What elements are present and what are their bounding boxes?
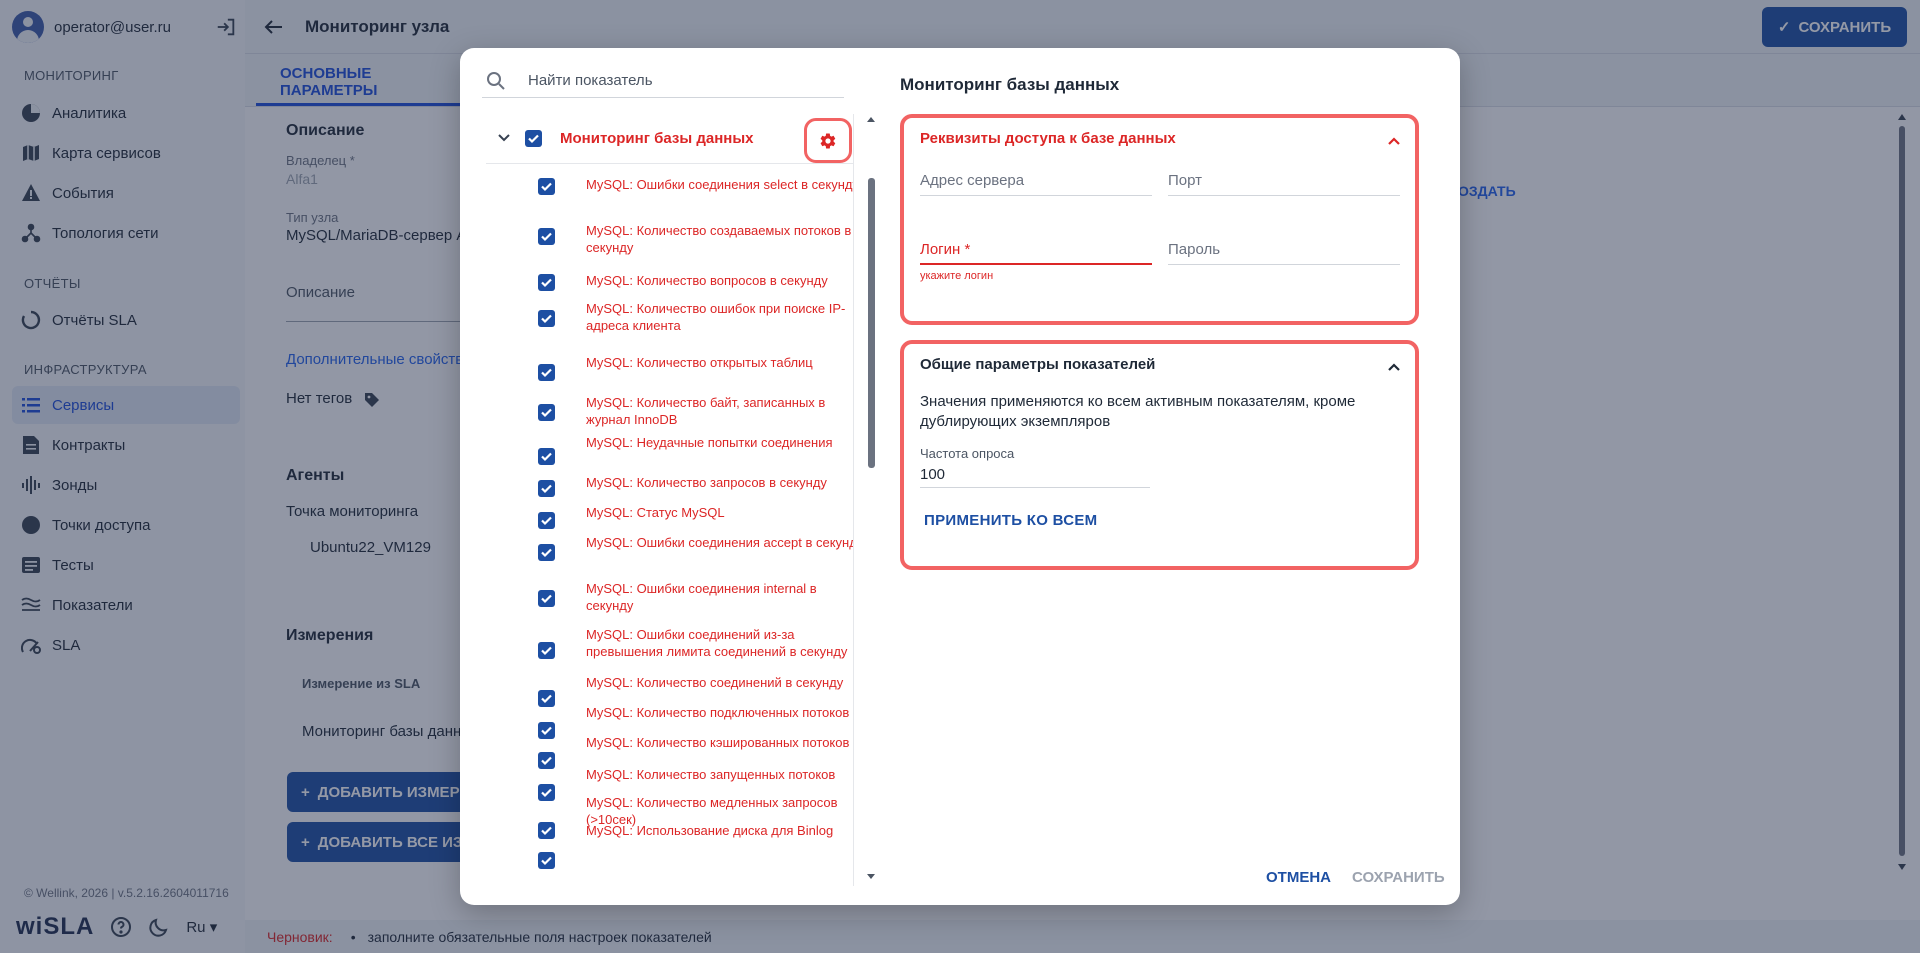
metric-checkbox[interactable]: [538, 480, 555, 497]
metric-checkbox[interactable]: [538, 752, 555, 769]
common-description: Значения применяются ко всем активным по…: [920, 393, 1356, 430]
tree-group-header[interactable]: Мониторинг базы данных: [486, 114, 853, 164]
password-field[interactable]: Пароль: [1168, 233, 1400, 265]
cancel-button[interactable]: ОТМЕНА: [1266, 869, 1331, 886]
metric-label: MySQL: Статус MySQL: [586, 505, 725, 520]
metric-label: MySQL: Использование диска для Binlog: [586, 823, 834, 838]
metric-label: MySQL: Количество создаваемых потоков в …: [586, 223, 852, 255]
search-box: [482, 64, 844, 98]
save-button[interactable]: СОХРАНИТЬ: [1352, 869, 1445, 886]
metric-checkbox[interactable]: [538, 448, 555, 465]
metric-label: MySQL: Количество байт, записанных в жур…: [586, 395, 826, 427]
metric-label: MySQL: Количество запросов в секунду: [586, 475, 827, 490]
metric-checkbox[interactable]: [538, 852, 555, 869]
metric-label: MySQL: Ошибки соединения internal в секу…: [586, 581, 817, 613]
metric-label: MySQL: Ошибки соединений из-за превышени…: [586, 627, 848, 659]
gear-icon: [820, 133, 836, 148]
metric-label: MySQL: Количество подключенных потоков: [586, 705, 850, 720]
metric-checkbox[interactable]: [538, 722, 555, 739]
metric-checkbox[interactable]: [538, 784, 555, 801]
metric-checkbox[interactable]: [538, 178, 555, 195]
metric-label: MySQL: Количество запущенных потоков: [586, 767, 836, 782]
metric-checkbox[interactable]: [538, 590, 555, 607]
search-icon: [487, 71, 505, 90]
metric-checkbox[interactable]: [538, 310, 555, 327]
metric-checkbox[interactable]: [538, 364, 555, 381]
metric-checkbox[interactable]: [538, 512, 555, 529]
chevron-down-icon[interactable]: [495, 128, 513, 146]
metric-checkbox[interactable]: [538, 642, 555, 659]
login-field[interactable]: Логин *: [920, 233, 1152, 265]
indicator-tree: Мониторинг базы данных MySQL: Ошибки сое…: [486, 114, 854, 886]
group-settings-button[interactable]: [804, 118, 852, 163]
tree-scrollbar[interactable]: [864, 114, 878, 886]
metric-checkbox[interactable]: [538, 822, 555, 839]
poll-frequency-input[interactable]: 100: [920, 460, 1150, 488]
common-heading: Общие параметры показателей: [920, 356, 1156, 373]
apply-all-button[interactable]: ПРИМЕНИТЬ КО ВСЕМ: [924, 512, 1097, 529]
port-field[interactable]: Порт: [1168, 164, 1400, 196]
login-error-hint: укажите логин: [920, 270, 994, 282]
metric-label: MySQL: Неудачные попытки соединения: [586, 435, 833, 450]
group-checkbox[interactable]: [525, 130, 542, 147]
indicator-settings-dialog: Мониторинг базы данных MySQL: Ошибки сое…: [460, 48, 1460, 905]
search-input[interactable]: [528, 72, 828, 89]
group-title: Мониторинг базы данных: [560, 130, 754, 147]
metric-label: MySQL: Количество вопросов в секунду: [586, 273, 828, 288]
credentials-panel: Реквизиты доступа к базе данных Адрес се…: [900, 114, 1419, 325]
settings-title: Мониторинг базы данных: [900, 75, 1120, 94]
metric-checkbox[interactable]: [538, 228, 555, 245]
poll-frequency-label: Частота опроса: [920, 446, 1015, 461]
metric-checkbox[interactable]: [538, 404, 555, 421]
metric-checkbox[interactable]: [538, 274, 555, 291]
metric-label: MySQL: Количество кэшированных потоков: [586, 735, 850, 750]
metric-label: MySQL: Количество ошибок при поиске IP-а…: [586, 301, 846, 333]
metric-label: MySQL: Количество соединений в секунду: [586, 675, 844, 690]
metric-label: MySQL: Ошибки соединения accept в секунд…: [586, 535, 854, 550]
metric-label: MySQL: Ошибки соединения select в секунд…: [586, 177, 854, 192]
metric-checkbox[interactable]: [538, 544, 555, 561]
metric-label: MySQL: Количество открытых таблиц: [586, 355, 813, 370]
common-params-panel: Общие параметры показателей Значения при…: [900, 340, 1419, 570]
server-address-field[interactable]: Адрес сервера: [920, 164, 1152, 196]
credentials-heading: Реквизиты доступа к базе данных: [920, 130, 1176, 147]
chevron-up-icon[interactable]: [1386, 133, 1402, 149]
chevron-up-icon[interactable]: [1386, 359, 1402, 375]
metric-checkbox[interactable]: [538, 690, 555, 707]
